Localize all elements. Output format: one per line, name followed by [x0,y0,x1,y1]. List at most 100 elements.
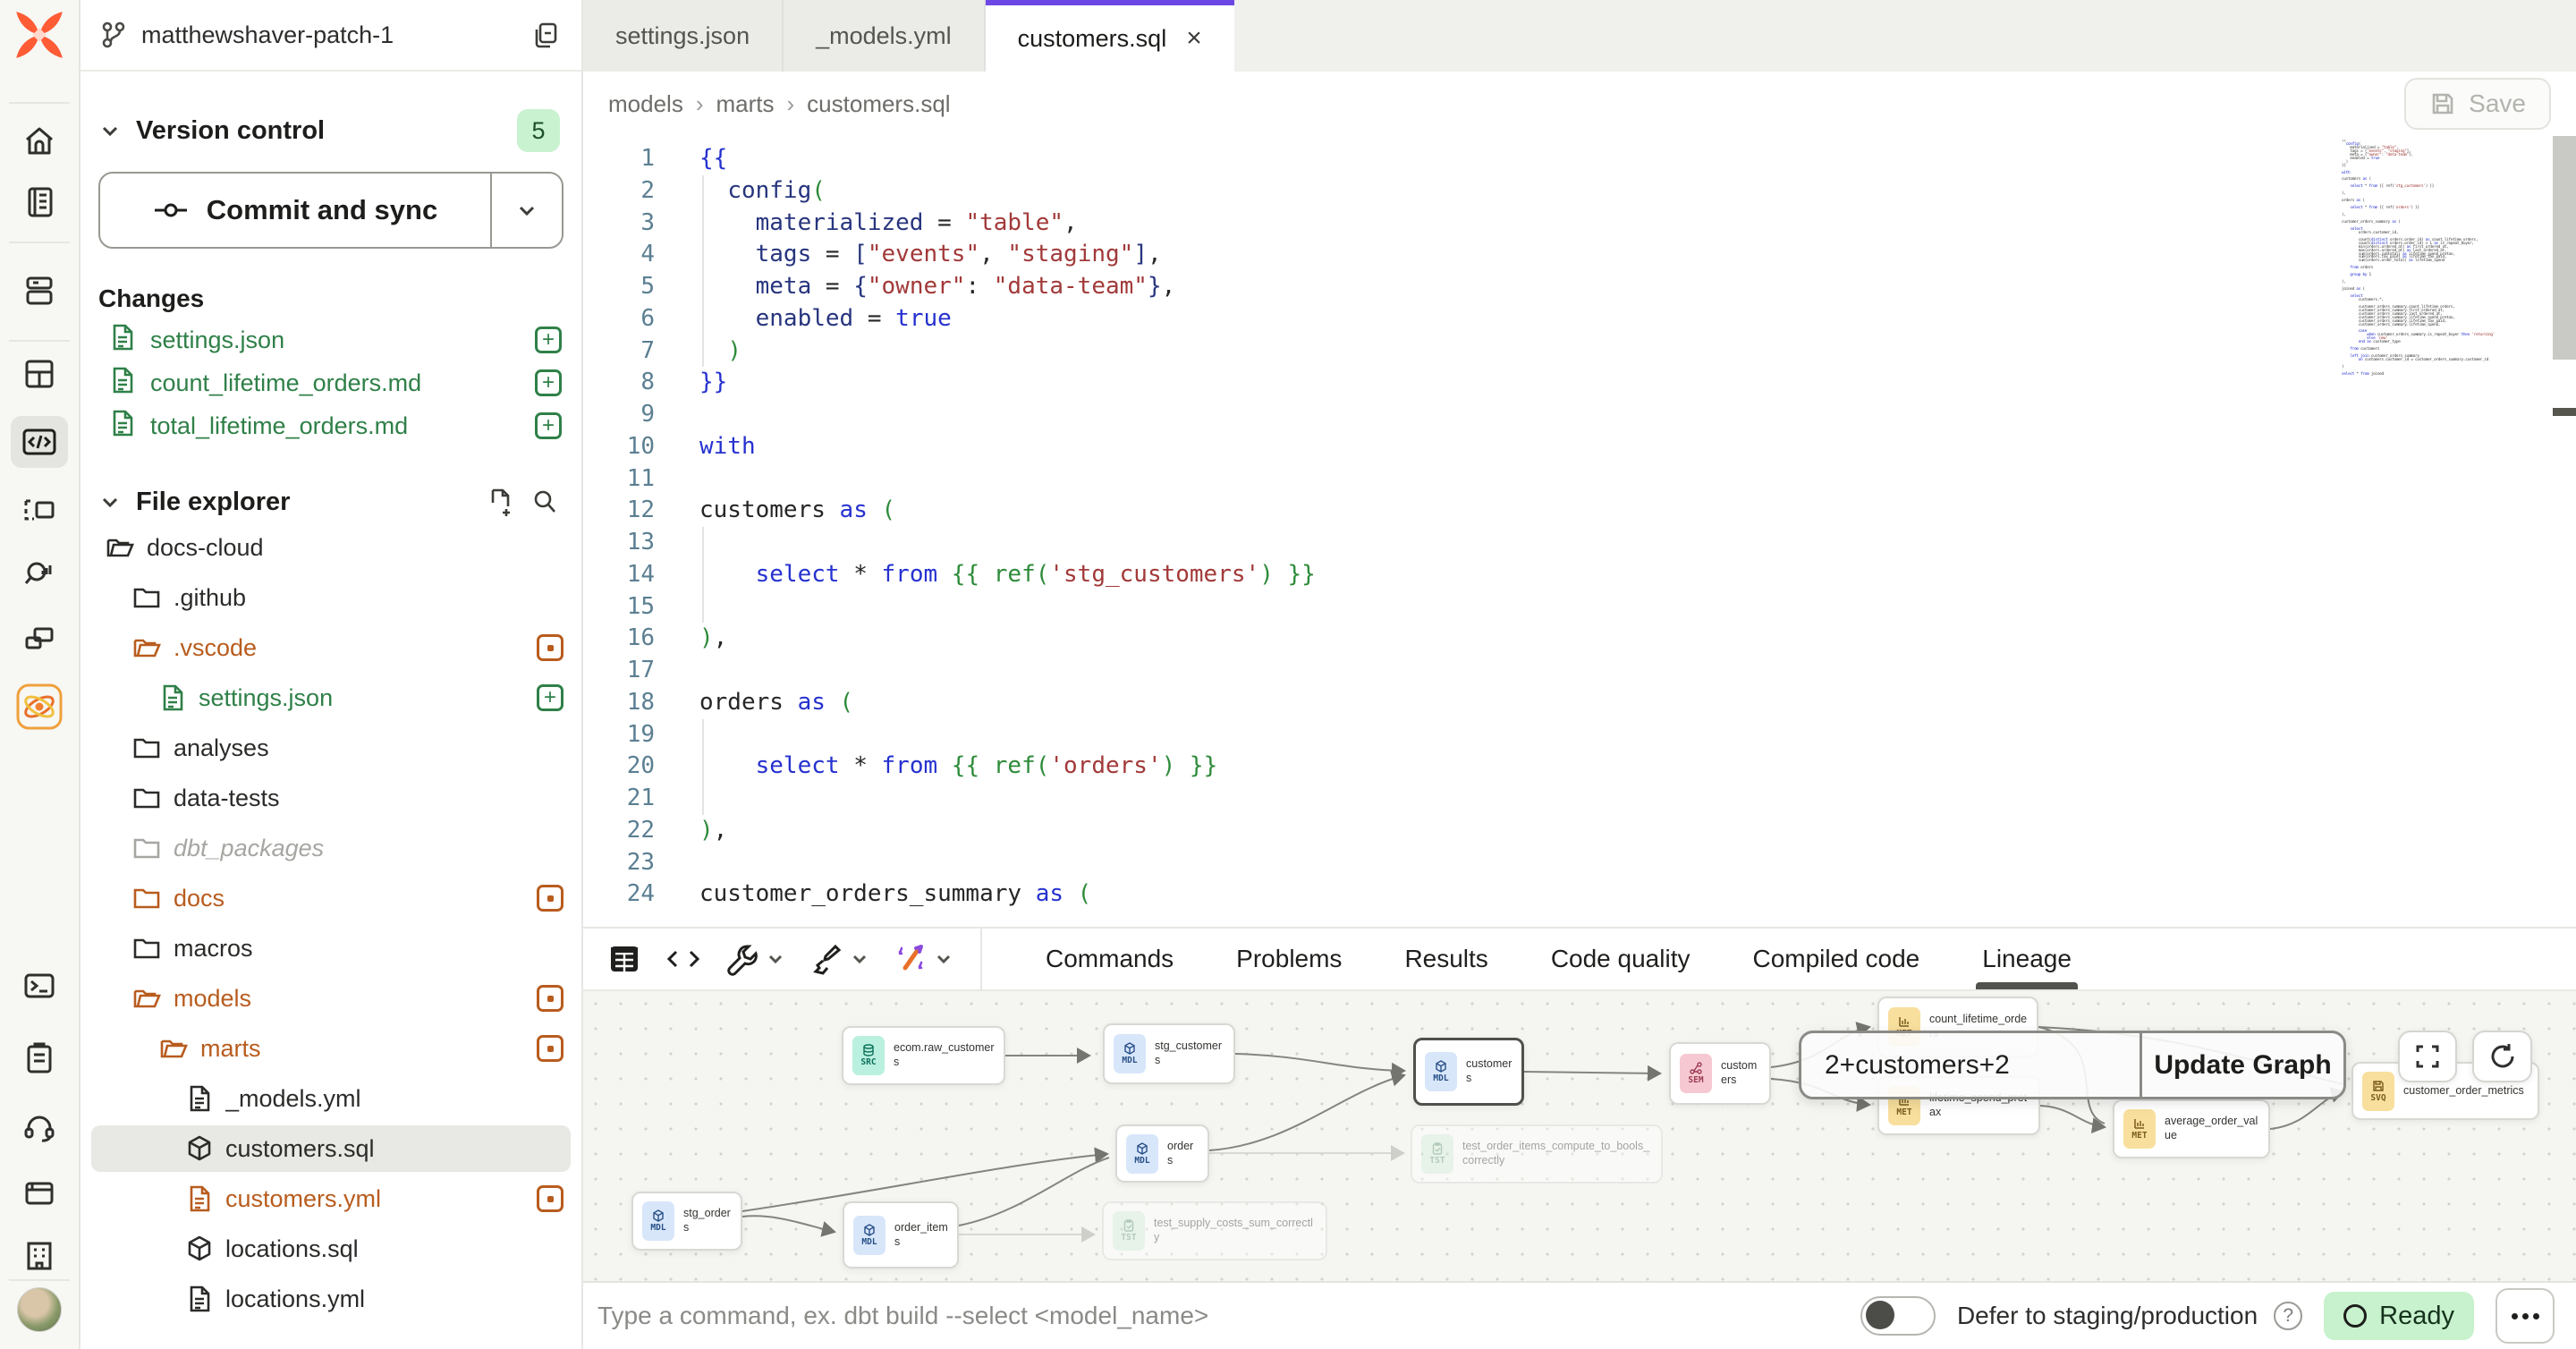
breadcrumb-item[interactable]: marts [716,90,775,118]
notebook-icon[interactable] [11,176,68,228]
modified-badge[interactable] [537,1035,564,1062]
compile-code-icon[interactable] [665,941,701,977]
modified-badge[interactable] [537,1185,564,1212]
lineage-node-ecom-raw-customers[interactable]: SRCecom.raw_customers [842,1026,1005,1085]
lineage-node-test-supply-costs[interactable]: TSTtest_supply_costs_sum_correctly [1102,1201,1327,1260]
lineage-selector-input[interactable] [1801,1033,2140,1097]
file-added-icon [109,409,136,444]
panel-tab-compiled-code[interactable]: Compiled code [1721,929,1951,989]
tab-settings-json[interactable]: settings.json [583,0,784,72]
more-options-button[interactable] [2496,1288,2555,1344]
home-icon[interactable] [11,115,68,167]
added-badge[interactable]: + [537,684,564,711]
lineage-node-orders[interactable]: MDLorders [1115,1124,1209,1183]
lineage-canvas[interactable]: SRCecom.raw_customersMDLstg_customersMDL… [583,991,2576,1281]
version-control-header[interactable]: Version control 5 [80,109,581,152]
tree-item--vscode[interactable]: .vscode [80,623,581,673]
lineage-node-order-items[interactable]: MDLorder_items [843,1201,959,1268]
lineage-node-customers-semantic[interactable]: SEMcustomers [1669,1042,1771,1105]
new-file-icon[interactable] [485,487,515,517]
close-icon[interactable]: × [1182,23,1202,54]
dashboard-icon[interactable] [11,348,68,400]
code-editor[interactable]: 1{{2 config(3 materialized = "table",4 t… [583,136,2576,927]
logs-icon[interactable] [11,1032,68,1084]
ai-fix-icon[interactable] [893,941,953,977]
refresh-button[interactable] [2472,1031,2532,1082]
panel-tab-results[interactable]: Results [1373,929,1519,989]
save-button[interactable]: Save [2404,78,2551,130]
tab-strip: settings.json_models.ymlcustomers.sql× [583,0,2576,72]
tree-item-locations-sql[interactable]: locations.sql [80,1224,581,1274]
panel-tab-lineage[interactable]: Lineage [1951,929,2103,989]
query-insights-icon[interactable] [11,548,68,600]
update-graph-button[interactable]: Update Graph [2140,1033,2343,1097]
help-icon[interactable]: ? [2274,1302,2302,1330]
panel-tab-problems[interactable]: Problems [1205,929,1373,989]
breadcrumb-item[interactable]: models [608,90,683,118]
tab--models-yml[interactable]: _models.yml [784,0,986,72]
build-icon[interactable] [724,941,785,977]
visual-editor-icon[interactable] [11,484,68,536]
minimap[interactable]: {{ config( materialized = "table", tags … [2342,140,2549,383]
code-editor-icon[interactable] [11,416,68,468]
lineage-node-customers-model[interactable]: MDLcustomers [1413,1038,1524,1106]
breadcrumb-item[interactable]: customers.sql [807,90,950,118]
org-icon[interactable] [11,1230,68,1282]
command-input[interactable] [597,1302,1839,1330]
search-icon[interactable] [530,487,560,517]
commit-and-sync-button[interactable]: Commit and sync [98,172,564,249]
tree-item-data-tests[interactable]: data-tests [80,773,581,823]
docs-icon[interactable] [11,1167,68,1218]
tree-item-docs-cloud[interactable]: docs-cloud [80,522,581,573]
added-badge[interactable]: + [535,369,562,396]
changes-item[interactable]: total_lifetime_orders.md+ [80,404,581,447]
model-cube-icon [186,1234,213,1263]
added-badge[interactable]: + [535,327,562,353]
preview-table-icon[interactable] [606,941,642,977]
copy-icon[interactable] [530,19,562,51]
lineage-node-test-order-items[interactable]: TSTtest_order_items_compute_to_bools_cor… [1411,1124,1663,1184]
lineage-node-average-order-value[interactable]: METaverage_order_value [2113,1099,2270,1158]
tree-item-models[interactable]: models [80,973,581,1023]
tree-item--github[interactable]: .github [80,573,581,623]
defer-toggle[interactable] [1860,1296,1936,1336]
fullscreen-button[interactable] [2398,1031,2457,1082]
dbt-logo-icon[interactable] [12,7,67,67]
status-badge[interactable]: Ready [2324,1292,2474,1340]
lineage-node-stg-orders[interactable]: MDLstg_orders [631,1192,742,1251]
tree-item-dbt-packages[interactable]: dbt_packages [80,823,581,873]
terminal-icon[interactable] [11,960,68,1012]
tree-item-docs[interactable]: docs [80,873,581,923]
user-avatar[interactable] [11,1284,68,1336]
changes-item[interactable]: settings.json+ [80,318,581,361]
modified-badge[interactable] [537,985,564,1012]
added-badge[interactable]: + [535,412,562,439]
format-icon[interactable] [809,941,869,977]
tree-item-marts[interactable]: marts [80,1023,581,1073]
tree-item-customers-sql[interactable]: customers.sql [80,1124,581,1174]
scrollbar-thumb[interactable] [2553,136,2576,360]
tree-item-analyses[interactable]: analyses [80,723,581,773]
file-explorer-header[interactable]: File explorer [80,487,581,517]
tree-item-settings-json[interactable]: settings.json+ [80,673,581,723]
projects-icon[interactable] [11,614,68,666]
panel-tab-commands[interactable]: Commands [1014,929,1205,989]
modified-badge[interactable] [537,885,564,912]
environments-icon[interactable] [11,265,68,317]
copilot-icon[interactable] [11,681,68,733]
tree-item-locations-yml[interactable]: locations.yml [80,1274,581,1324]
branch-name[interactable]: matthewshaver-patch-1 [141,21,517,49]
scrollbar-marker [2553,408,2576,416]
panel-tab-code-quality[interactable]: Code quality [1520,929,1722,989]
tree-item-macros[interactable]: macros [80,923,581,973]
modified-badge[interactable] [537,634,564,661]
lineage-node-stg-customers[interactable]: MDLstg_customers [1103,1023,1235,1084]
tree-item-customers-yml[interactable]: customers.yml [80,1174,581,1224]
node-badge-mdl-icon: MDL [1114,1034,1146,1073]
support-icon[interactable] [11,1101,68,1153]
tree-item--models-yml[interactable]: _models.yml [80,1073,581,1124]
editor-scrollbar[interactable] [2553,136,2576,927]
changes-item[interactable]: count_lifetime_orders.md+ [80,361,581,404]
commit-options-caret[interactable] [492,174,562,247]
tab-customers-sql[interactable]: customers.sql× [986,0,1234,72]
